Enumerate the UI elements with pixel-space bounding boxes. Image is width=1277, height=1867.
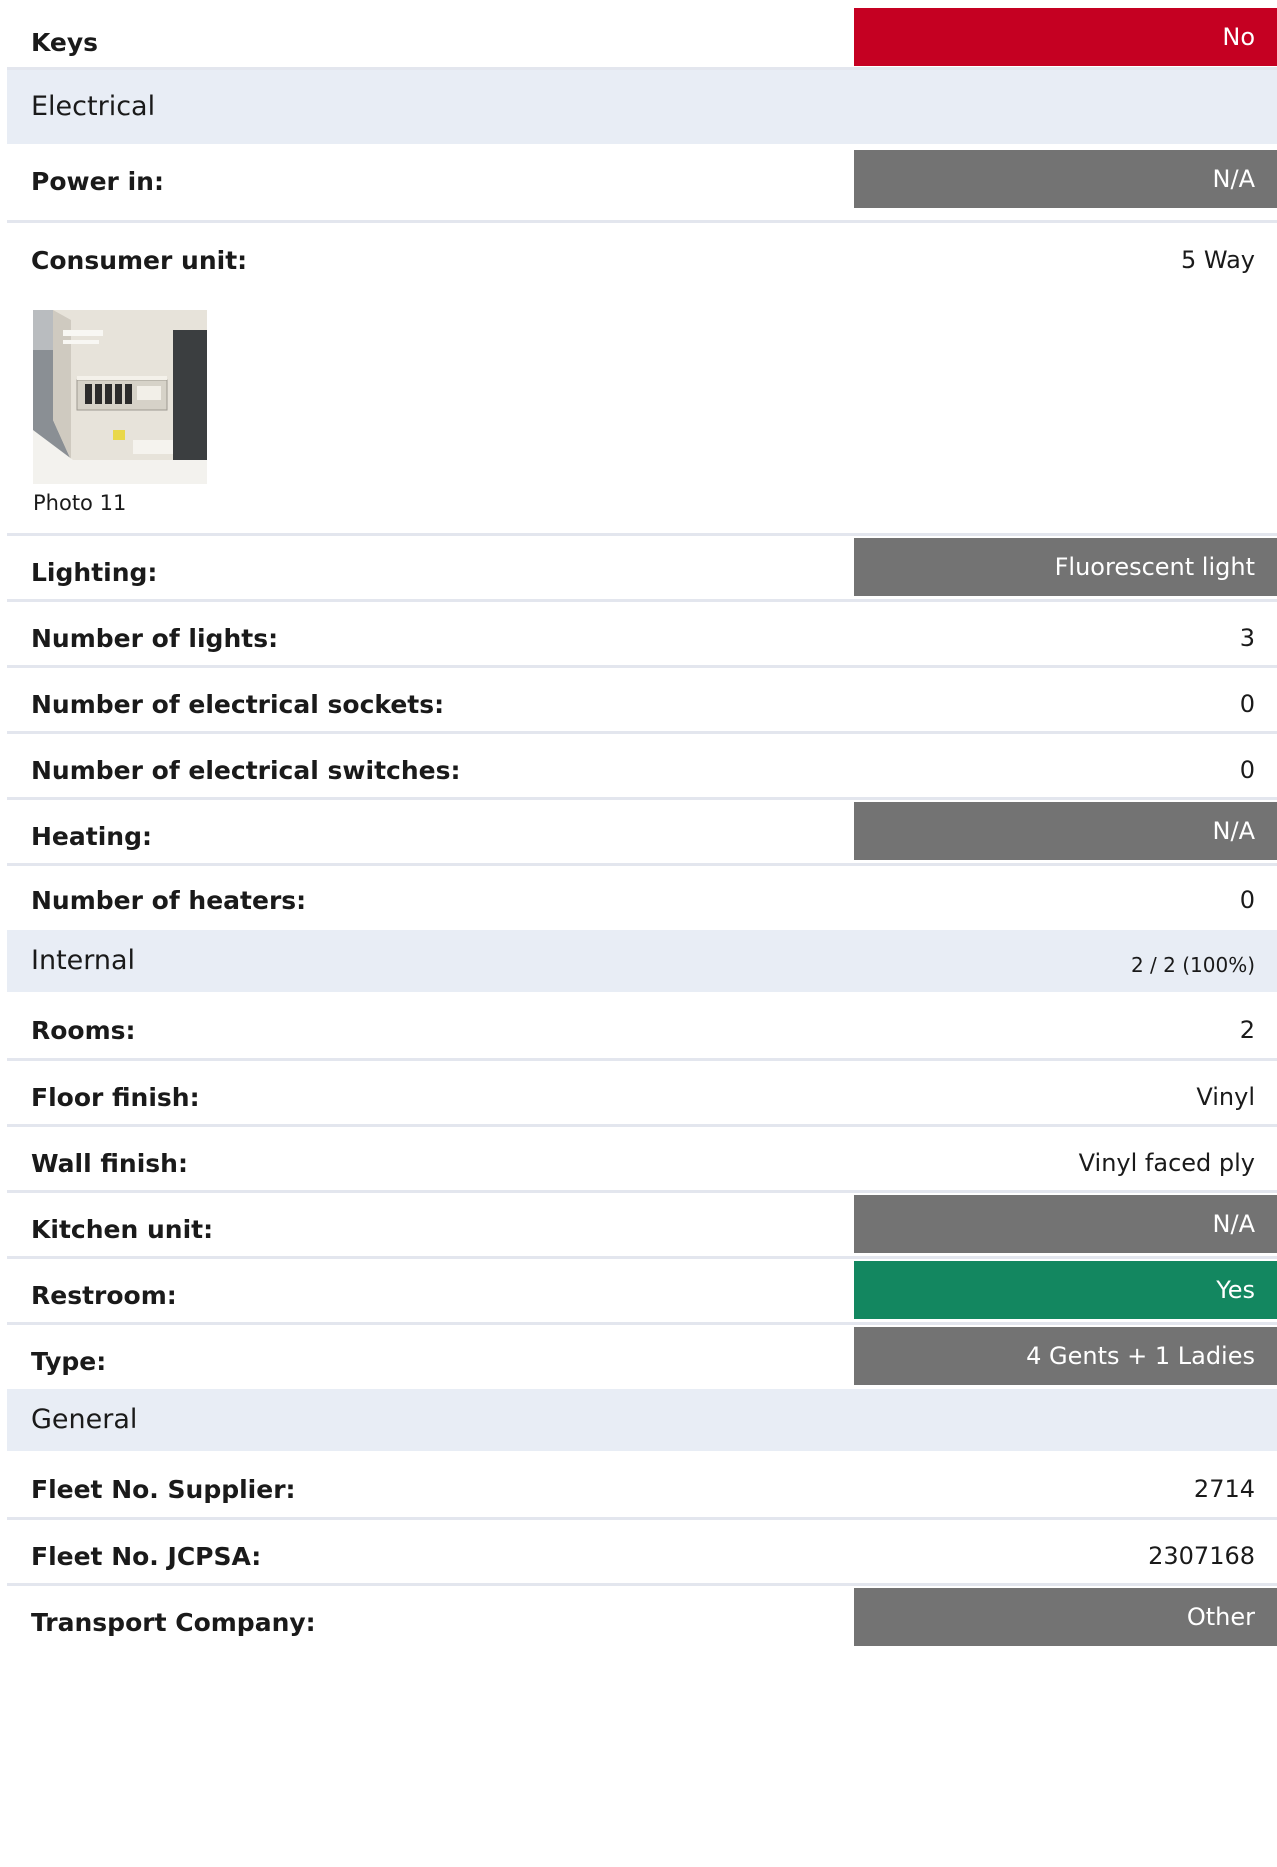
number-of-heaters-value: 0 [1239, 886, 1255, 914]
row-lighting: Lighting: Fluorescent light [7, 536, 1277, 602]
rooms-label: Rooms: [31, 1016, 136, 1045]
section-header-internal[interactable]: Internal 2 / 2 (100%) [7, 930, 1277, 992]
section-header-general[interactable]: General [7, 1389, 1277, 1451]
row-heating: Heating: N/A [7, 800, 1277, 866]
wall-finish-label: Wall finish: [31, 1149, 188, 1178]
power-in-label: Power in: [31, 167, 164, 196]
section-header-electrical[interactable]: Electrical [7, 70, 1277, 144]
fleet-no-jcpsa-value: 2307168 [1148, 1542, 1255, 1570]
rooms-value: 2 [1239, 1016, 1255, 1044]
restroom-badge: Yes [854, 1261, 1277, 1319]
section-title-electrical: Electrical [31, 91, 156, 122]
lighting-label: Lighting: [31, 558, 158, 587]
power-in-badge: N/A [854, 150, 1277, 208]
row-consumer-unit: Consumer unit: 5 Way Photo 11 [7, 223, 1277, 536]
consumer-unit-photo-image [33, 310, 207, 484]
number-of-sockets-value: 0 [1239, 690, 1255, 718]
fleet-no-supplier-label: Fleet No. Supplier: [31, 1475, 296, 1504]
restroom-type-label: Type: [31, 1347, 107, 1376]
row-number-of-lights: Number of lights: 3 [7, 602, 1277, 668]
row-fleet-no-supplier: Fleet No. Supplier: 2714 [7, 1451, 1277, 1520]
row-wall-finish: Wall finish: Vinyl faced ply [7, 1127, 1277, 1193]
consumer-unit-photo-caption: Photo 11 [33, 491, 127, 515]
restroom-type-badge: 4 Gents + 1 Ladies [854, 1327, 1277, 1385]
floor-finish-value: Vinyl [1196, 1083, 1255, 1111]
fleet-no-jcpsa-label: Fleet No. JCPSA: [31, 1542, 262, 1571]
section-title-internal: Internal [31, 945, 136, 976]
section-progress-internal: 2 / 2 (100%) [1130, 953, 1255, 977]
row-kitchen-unit: Kitchen unit: N/A [7, 1193, 1277, 1259]
kitchen-unit-badge: N/A [854, 1195, 1277, 1253]
row-restroom-type: Type: 4 Gents + 1 Ladies [7, 1325, 1277, 1389]
number-of-switches-label: Number of electrical switches: [31, 756, 461, 785]
row-fleet-no-jcpsa: Fleet No. JCPSA: 2307168 [7, 1520, 1277, 1586]
row-number-of-sockets: Number of electrical sockets: 0 [7, 668, 1277, 734]
wall-finish-value: Vinyl faced ply [1078, 1149, 1255, 1177]
transport-company-badge: Other [854, 1588, 1277, 1646]
row-power-in: Power in: N/A [7, 144, 1277, 223]
number-of-lights-label: Number of lights: [31, 624, 279, 653]
heating-badge: N/A [854, 802, 1277, 860]
row-floor-finish: Floor finish: Vinyl [7, 1061, 1277, 1127]
restroom-label: Restroom: [31, 1281, 177, 1310]
keys-status-badge: No [854, 8, 1277, 66]
kitchen-unit-label: Kitchen unit: [31, 1215, 214, 1244]
number-of-sockets-label: Number of electrical sockets: [31, 690, 445, 719]
row-transport-company: Transport Company: Other [7, 1586, 1277, 1652]
fleet-no-supplier-value: 2714 [1193, 1475, 1255, 1503]
consumer-unit-label: Consumer unit: [31, 246, 248, 275]
consumer-unit-photo-thumbnail[interactable] [33, 310, 207, 484]
transport-company-label: Transport Company: [31, 1608, 316, 1637]
row-number-of-heaters: Number of heaters: 0 [7, 866, 1277, 930]
row-rooms: Rooms: 2 [7, 992, 1277, 1061]
heating-label: Heating: [31, 822, 152, 851]
row-keys: Keys No [7, 8, 1277, 70]
floor-finish-label: Floor finish: [31, 1083, 200, 1112]
number-of-lights-value: 3 [1239, 624, 1255, 652]
number-of-heaters-label: Number of heaters: [31, 886, 307, 915]
row-number-of-switches: Number of electrical switches: 0 [7, 734, 1277, 800]
number-of-switches-value: 0 [1239, 756, 1255, 784]
lighting-badge: Fluorescent light [854, 538, 1277, 596]
inspection-report: Keys No Electrical Power in: N/A Consume… [7, 8, 1277, 1652]
consumer-unit-value: 5 Way [1180, 246, 1255, 274]
section-title-general: General [31, 1404, 138, 1435]
row-restroom: Restroom: Yes [7, 1259, 1277, 1325]
keys-label: Keys [31, 28, 99, 57]
